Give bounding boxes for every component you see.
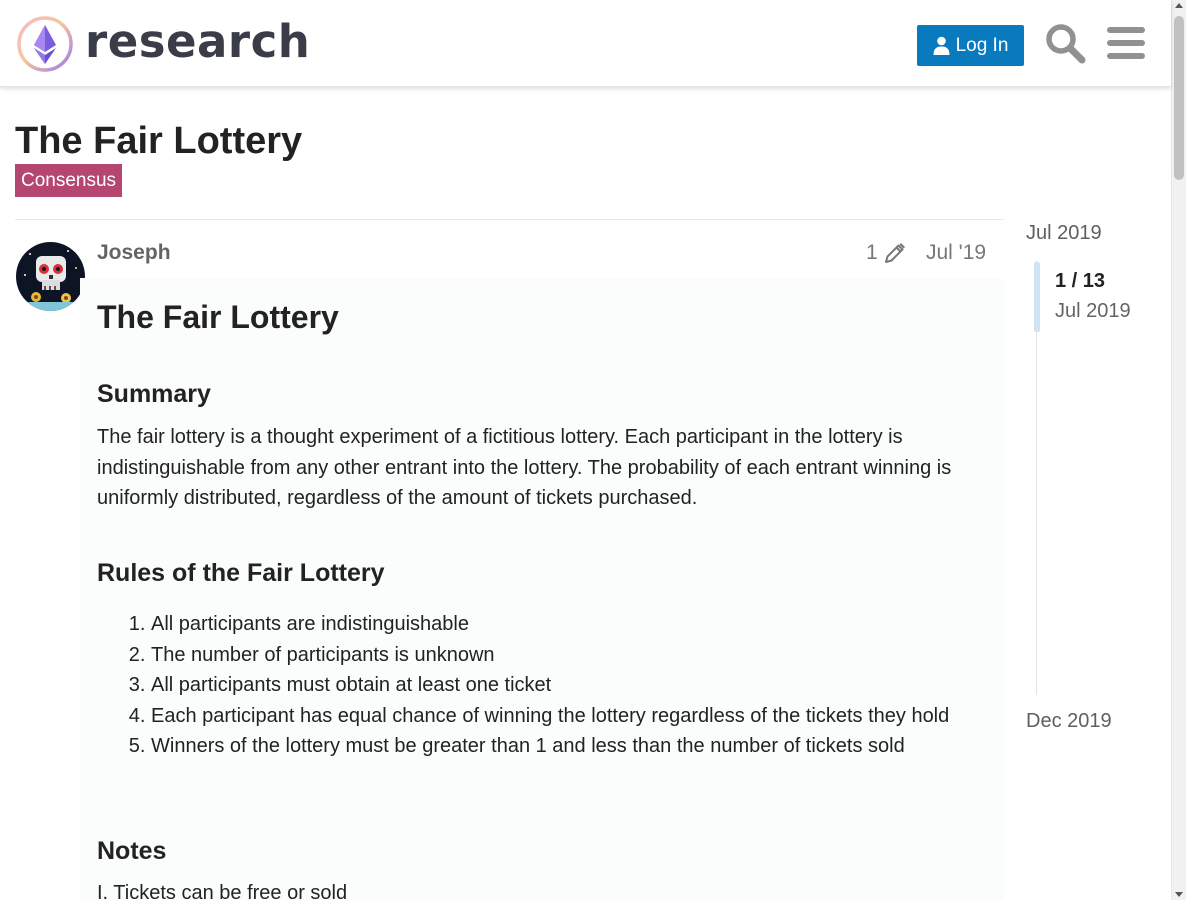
post-date[interactable]: Jul '19: [926, 240, 986, 266]
scroll-down-arrow-icon[interactable]: [1175, 892, 1183, 897]
user-icon: [933, 36, 950, 55]
avatar[interactable]: [16, 242, 85, 311]
timeline-start-date[interactable]: Jul 2019: [1026, 220, 1102, 246]
summary-text: The fair lottery is a thought experiment…: [97, 426, 952, 509]
timeline-handle[interactable]: [1034, 262, 1040, 332]
summary-heading: Summary: [97, 380, 211, 408]
hamburger-menu-icon[interactable]: [1107, 26, 1145, 60]
post-heading: The Fair Lottery: [97, 299, 339, 335]
list-item: Each participant has equal chance of win…: [151, 701, 987, 732]
site-title[interactable]: research: [85, 14, 310, 70]
login-label: Log In: [955, 34, 1009, 56]
pencil-icon: [884, 243, 905, 263]
post-body: The Fair Lottery Summary The fair lotter…: [80, 278, 1004, 904]
scroll-up-arrow-icon[interactable]: [1175, 3, 1183, 8]
edit-history-button[interactable]: 1: [866, 240, 906, 266]
list-item: All participants are indistinguishable: [151, 609, 987, 640]
list-item: Winners of the lottery must be greater t…: [151, 731, 987, 762]
list-item: The number of participants is unknown: [151, 640, 987, 671]
edit-count: 1: [866, 241, 878, 264]
category-badge[interactable]: Consensus: [15, 164, 123, 197]
rules-list: All participants are indistinguishable T…: [97, 609, 987, 762]
skull-avatar-icon: [16, 242, 85, 311]
login-button[interactable]: Log In: [917, 25, 1024, 66]
post-author[interactable]: Joseph: [97, 240, 171, 266]
scroll-thumb[interactable]: [1174, 16, 1184, 180]
site-header: research Log In: [0, 0, 1171, 87]
list-item: All participants must obtain at least on…: [151, 670, 987, 701]
page-scrollbar[interactable]: [1171, 0, 1186, 900]
ethereum-research-logo[interactable]: [16, 15, 76, 75]
notes-heading: Notes: [97, 837, 167, 865]
rules-heading: Rules of the Fair Lottery: [97, 559, 385, 587]
timeline-progress: 1 / 13: [1055, 270, 1106, 292]
search-icon[interactable]: [1044, 22, 1086, 64]
timeline-end-date[interactable]: Dec 2019: [1026, 708, 1112, 734]
divider: [15, 219, 1004, 220]
topic-title[interactable]: The Fair Lottery: [15, 118, 302, 164]
notes-text: I. Tickets can be free or sold: [97, 882, 348, 904]
timeline-current-date: Jul 2019: [1055, 300, 1131, 322]
